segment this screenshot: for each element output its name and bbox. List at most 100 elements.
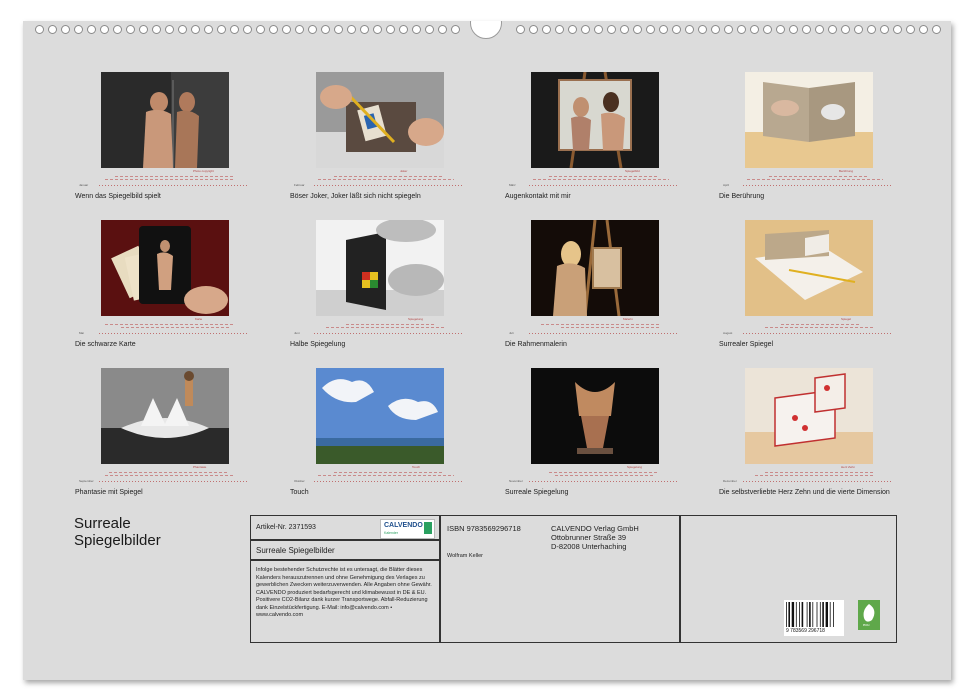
month-label: Juli <box>509 331 514 335</box>
binding-ring <box>412 25 421 34</box>
legal-text: Infolge bestehender Schutzrechte ist es … <box>256 567 432 618</box>
photo-caption: Die selbstverliebte Herz Zehn und die vi… <box>719 489 890 496</box>
day-row <box>314 333 464 334</box>
binding-ring <box>399 25 408 34</box>
binding-ring <box>529 25 538 34</box>
binding-ring <box>763 25 772 34</box>
binding-ring <box>581 25 590 34</box>
eco-label-icon: ecu <box>858 600 880 630</box>
month-label: November <box>509 479 523 483</box>
binding-ring <box>100 25 109 34</box>
month-label: Dezember <box>723 479 737 483</box>
photo-easel-mirror <box>531 72 659 168</box>
publisher-street: Ottobrunner Straße 39 <box>551 533 627 542</box>
month-tile: Herz Zehn Dezember Die selbstverliebte H… <box>719 368 893 508</box>
month-label: Mai <box>79 331 84 335</box>
product-title: Surreale Spiegelbilder <box>256 546 335 555</box>
month-tile: Spiegelung Juni Halbe Spiegelung <box>290 220 464 360</box>
day-row <box>99 333 249 334</box>
photo-credit: Karte <box>195 317 203 321</box>
divider <box>251 539 439 541</box>
binding-ring <box>620 25 629 34</box>
month-tile: Joker Februar Böser Joker, Joker läßt si… <box>290 72 464 212</box>
day-row <box>743 185 893 186</box>
binding-ring <box>61 25 70 34</box>
photo-credit: Spiegelbild <box>625 169 640 173</box>
binding-ring <box>672 25 681 34</box>
binding-ring <box>828 25 837 34</box>
day-row <box>314 481 464 482</box>
author: Wolfram Keller <box>447 553 483 559</box>
binding-ring <box>607 25 616 34</box>
ean-barcode: 9 783569 296718 <box>784 600 844 636</box>
month-tile: Karte Mai Die schwarze Karte <box>75 220 249 360</box>
binding-ring <box>802 25 811 34</box>
logo-text: CALVENDO <box>384 522 423 529</box>
binding-ring <box>295 25 304 34</box>
month-tile: Berührung April Die Berührung <box>719 72 893 212</box>
binding-ring <box>178 25 187 34</box>
month-tile: Phantasie September Phantasie mit Spiege… <box>75 368 249 508</box>
day-row <box>314 185 464 186</box>
month-tile: Photo copyright Januar Wenn das Spiegelb… <box>75 72 249 212</box>
binding-ring <box>698 25 707 34</box>
photo-credit: Berührung <box>839 169 854 173</box>
publisher-name: CALVENDO Verlag GmbH <box>551 524 639 533</box>
binding-ring <box>282 25 291 34</box>
binding-ring <box>542 25 551 34</box>
calvendo-logo: CALVENDO Kalender <box>380 519 435 539</box>
binding-ring <box>165 25 174 34</box>
divider <box>679 516 681 642</box>
binding-ring <box>867 25 876 34</box>
day-row <box>743 333 893 334</box>
binding-ring <box>789 25 798 34</box>
photo-heart-ten <box>745 368 873 464</box>
photo-caption: Wenn das Spiegelbild spielt <box>75 193 161 200</box>
photo-credit: Phantasie <box>193 465 207 469</box>
publisher-info-box: Artikel-Nr. 2371593 CALVENDO Kalender Su… <box>250 515 897 643</box>
binding-ring <box>932 25 941 34</box>
photo-caption: Die Rahmenmalerin <box>505 341 567 348</box>
publisher-address: CALVENDO Verlag GmbH Ottobrunner Straße … <box>551 524 639 551</box>
month-tile: Malerin Juli Die Rahmenmalerin <box>505 220 679 360</box>
binding-ring <box>243 25 252 34</box>
binding-ring <box>217 25 226 34</box>
binding-ring <box>919 25 928 34</box>
publisher-city: D-82008 Unterhaching <box>551 542 627 551</box>
photo-credit: Spiegelung <box>627 465 643 469</box>
binding-ring <box>438 25 447 34</box>
photo-cube-mirror <box>316 220 444 316</box>
binding-ring <box>334 25 343 34</box>
divider <box>251 559 439 561</box>
binding-ring <box>893 25 902 34</box>
logo-subtext: Kalender <box>384 531 399 535</box>
day-row <box>529 333 679 334</box>
binding-ring <box>594 25 603 34</box>
day-row <box>529 481 679 482</box>
photo-caption: Augenkontakt mit mir <box>505 193 571 200</box>
photo-surreal-mirror <box>745 220 873 316</box>
binding-ring <box>451 25 460 34</box>
binding-ring <box>373 25 382 34</box>
binding-ring <box>750 25 759 34</box>
month-label: Februar <box>294 183 305 187</box>
binding-ring <box>880 25 889 34</box>
binding-ring <box>191 25 200 34</box>
month-tile: Spiegelung November Surreale Spiegelung <box>505 368 679 508</box>
isbn: ISBN 9783569296718 <box>447 524 521 533</box>
binding-ring <box>568 25 577 34</box>
logo-mark-icon <box>424 522 432 534</box>
photo-caption: Böser Joker, Joker läßt sich nicht spieg… <box>290 193 421 200</box>
day-row <box>99 185 249 186</box>
binding-ring <box>139 25 148 34</box>
month-tile: Touch Oktober Touch <box>290 368 464 508</box>
photo-credit: Spiegel <box>841 317 852 321</box>
month-tile: Spiegel August Surrealer Spiegel <box>719 220 893 360</box>
binding-ring <box>685 25 694 34</box>
binding-ring <box>815 25 824 34</box>
binding-ring <box>555 25 564 34</box>
binding-ring <box>854 25 863 34</box>
binding-ring <box>113 25 122 34</box>
binding-ring <box>308 25 317 34</box>
binding-ring <box>230 25 239 34</box>
